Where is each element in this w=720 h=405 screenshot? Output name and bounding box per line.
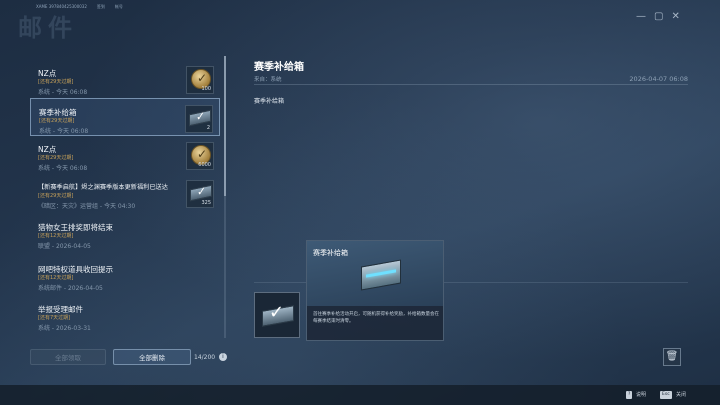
mail-item-nz-1[interactable]: NZ点 [还有29天过期] 系统 - 今天 06:08 100	[30, 60, 220, 98]
item-count: 6000	[198, 162, 211, 168]
mail-meta: 《暗区：天灾》运营组 - 今天 04:30	[38, 203, 136, 210]
mail-meta: 系统 - 2026-03-31	[38, 325, 91, 332]
mail-item-report[interactable]: 举报受理邮件 [还有7天过期] 系统 - 2026-03-31	[30, 296, 220, 334]
mail-meta: 系统 - 今天 06:08	[38, 165, 88, 172]
mail-expire: [还有12天过期]	[38, 275, 74, 281]
tooltip-title: 赛季补给箱	[313, 249, 348, 257]
help-label: 说明	[636, 392, 647, 398]
mail-expire: [还有29天过期]	[38, 193, 74, 199]
claimed-check-icon: ✓	[269, 302, 285, 323]
delete-all-button[interactable]: 全部删除	[113, 349, 191, 365]
mail-title: 【新赛季启航】烬之渊赛季版本更新福利已送达	[38, 184, 168, 191]
mail-meta: 系统 - 今天 06:08	[39, 128, 89, 135]
mail-meta: 系统邮件 - 2026-04-05	[38, 285, 103, 292]
mail-sender: 来自：系统	[254, 77, 282, 83]
mail-expire: [还有29天过期]	[38, 155, 74, 161]
crate-icon	[189, 109, 211, 127]
coin-thumbnail: 100	[186, 66, 214, 94]
info-icon[interactable]: i	[219, 353, 227, 361]
claim-all-button[interactable]: 全部领取	[30, 349, 106, 365]
mail-expire: [还有7天过期]	[38, 315, 71, 321]
background-title: 邮件	[18, 14, 78, 42]
trash-icon[interactable]: 🗑	[663, 348, 681, 366]
mail-item-season-update[interactable]: 【新赛季启航】烬之渊赛季版本更新福利已送达 [还有29天过期] 《暗区：天灾》运…	[30, 174, 220, 212]
mail-date: 2026-04-07 06:08	[629, 75, 688, 83]
mail-count: 14/200	[194, 354, 216, 361]
mail-item-supply-box[interactable]: 赛季补给箱 [还有29天过期] 系统 - 今天 06:08 2	[30, 98, 220, 136]
item-tooltip: 赛季补给箱 首往赛季补给活动开启，可随机获得补给奖励，补给箱数量会在每赛季结束时…	[306, 240, 444, 341]
item-count: 325	[201, 200, 211, 206]
mail-expire: [还有29天过期]	[38, 79, 74, 85]
item-count: 2	[206, 125, 210, 131]
mail-meta: 联盟 - 2026-04-05	[38, 243, 91, 250]
mail-list-scrollbar[interactable]	[224, 56, 226, 338]
mail-detail-title: 赛季补给箱	[254, 62, 304, 73]
mail-expire: [还有12天过期]	[38, 233, 74, 239]
close-icon[interactable]: ✕	[671, 12, 679, 22]
divider	[254, 84, 688, 85]
tooltip-description: 首往赛季补给活动开启，可随机获得补给奖励，补给箱数量会在每赛季结束时清零。	[313, 312, 439, 324]
mail-meta: 系统 - 今天 06:08	[38, 89, 88, 96]
attachment-slot[interactable]: ✓	[254, 292, 300, 338]
footer-bar	[0, 385, 720, 405]
mail-item-queen-reward[interactable]: 猎物女王排奖即将结束 [还有12天过期] 联盟 - 2026-04-05	[30, 214, 220, 252]
mail-item-nz-2[interactable]: NZ点 [还有29天过期] 系统 - 今天 06:08 6000	[30, 136, 220, 174]
coin-thumbnail: 6000	[186, 142, 214, 170]
minimize-icon[interactable]: —	[636, 12, 646, 22]
topbar-extra-b[interactable]: 帐号	[115, 4, 123, 10]
help-key[interactable]: ?	[626, 391, 633, 399]
close-label: 关闭	[676, 392, 687, 398]
crate-icon	[190, 184, 212, 202]
maximize-icon[interactable]: ▢	[654, 12, 663, 22]
crate-thumbnail: 325	[186, 180, 214, 208]
crate-thumbnail: 2	[185, 105, 213, 133]
topbar-extra-a[interactable]: 签到	[97, 4, 105, 10]
mail-expire: [还有29天过期]	[39, 118, 75, 124]
mail-item-cafe-privilege[interactable]: 网吧特权道具收回提示 [还有12天过期] 系统邮件 - 2026-04-05	[30, 256, 220, 294]
mail-body: 赛季补给箱	[254, 98, 285, 105]
esc-key[interactable]: Esc	[660, 391, 672, 399]
scrollbar-thumb[interactable]	[224, 56, 226, 196]
mail-list: NZ点 [还有29天过期] 系统 - 今天 06:08 100 赛季补给箱 [还…	[30, 56, 226, 338]
item-count: 100	[201, 86, 211, 92]
window-controls: — ▢ ✕	[636, 12, 680, 22]
